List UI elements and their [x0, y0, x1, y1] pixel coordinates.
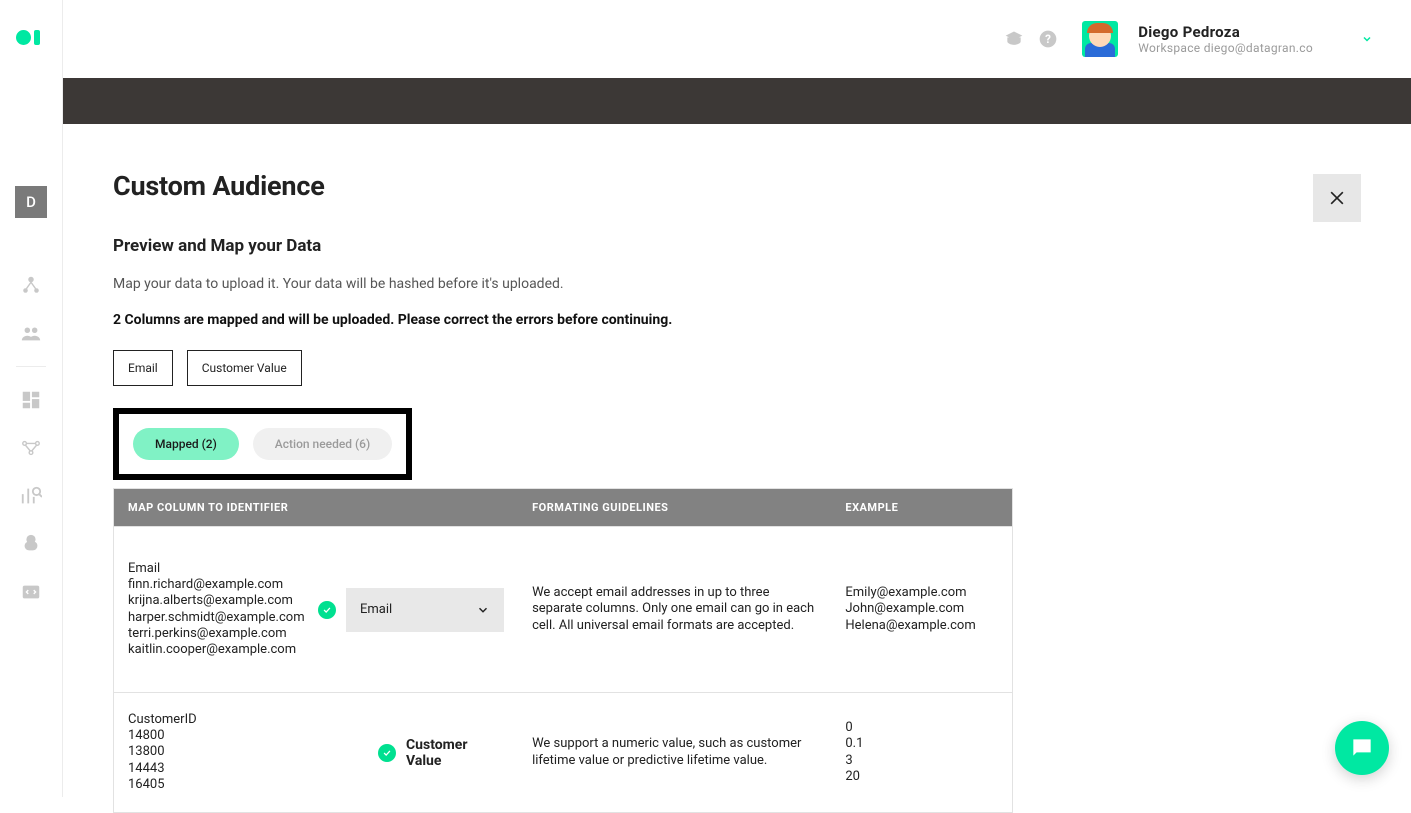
- workspace-badge[interactable]: D: [15, 186, 47, 218]
- nav-code-icon[interactable]: [20, 581, 42, 603]
- table-row: CustomerID 14800 13800 14443 16405 Custo…: [114, 692, 1012, 812]
- user-name: Diego Pedroza: [1138, 23, 1313, 41]
- chat-fab[interactable]: [1335, 721, 1389, 775]
- nav-audiences-icon[interactable]: [20, 322, 42, 344]
- th-map-column: MAP COLUMN TO IDENTIFIER: [114, 489, 518, 526]
- chip-customer-value[interactable]: Customer Value: [187, 350, 302, 386]
- column-sample-data: Email finn.richard@example.com krijna.al…: [128, 561, 308, 659]
- check-icon: [318, 601, 336, 619]
- nav-dashboard-icon[interactable]: [20, 389, 42, 411]
- tab-action-needed[interactable]: Action needed (6): [253, 428, 392, 460]
- nav-ml-icon[interactable]: [20, 533, 42, 555]
- table-header: MAP COLUMN TO IDENTIFIER FORMATING GUIDE…: [114, 489, 1012, 526]
- chevron-down-icon[interactable]: [1361, 30, 1373, 49]
- sidebar: D: [0, 0, 63, 797]
- tab-mapped[interactable]: Mapped (2): [133, 428, 239, 460]
- svg-text:?: ?: [1045, 32, 1051, 46]
- page-subtitle: Preview and Map your Data: [113, 236, 1361, 256]
- th-example: EXAMPLE: [831, 489, 1012, 526]
- logo[interactable]: [16, 28, 46, 46]
- close-button[interactable]: [1313, 174, 1361, 222]
- main-content: Custom Audience Preview and Map your Dat…: [63, 124, 1411, 797]
- topbar: ? Diego Pedroza Workspace diego@datagran…: [63, 0, 1411, 78]
- formatting-guideline: We accept email addresses in up to three…: [518, 573, 831, 646]
- identifier-select[interactable]: Email: [346, 588, 504, 632]
- th-formatting: FORMATING GUIDELINES: [518, 489, 831, 526]
- example-values: 0 0.1 3 20: [831, 708, 1012, 797]
- help-icon[interactable]: ?: [1038, 29, 1058, 49]
- example-values: Emily@example.com John@example.com Helen…: [831, 573, 1012, 646]
- page-description: Map your data to upload it. Your data wi…: [113, 276, 1361, 292]
- page-title: Custom Audience: [113, 170, 1361, 202]
- formatting-guideline: We support a numeric value, such as cust…: [518, 724, 831, 781]
- dark-banner: [63, 78, 1411, 124]
- user-workspace: Workspace diego@datagran.co: [1138, 41, 1313, 55]
- mapping-table: MAP COLUMN TO IDENTIFIER FORMATING GUIDE…: [113, 488, 1013, 813]
- graduation-cap-icon[interactable]: [1004, 29, 1024, 49]
- check-icon: [378, 744, 396, 762]
- tab-bar: Mapped (2) Action needed (6): [113, 408, 412, 480]
- avatar[interactable]: [1082, 21, 1118, 57]
- nav-pipeline-icon[interactable]: [20, 437, 42, 459]
- chevron-down-icon: [476, 603, 490, 617]
- mapped-chips: Email Customer Value: [113, 350, 1361, 386]
- table-row: Email finn.richard@example.com krijna.al…: [114, 526, 1012, 692]
- nav-analytics-icon[interactable]: [20, 485, 42, 507]
- select-value: Email: [360, 602, 392, 617]
- chip-email[interactable]: Email: [113, 350, 173, 386]
- column-sample-data: CustomerID 14800 13800 14443 16405: [128, 712, 368, 793]
- user-menu[interactable]: Diego Pedroza Workspace diego@datagran.c…: [1138, 23, 1313, 55]
- mapped-identifier-label: Customer Value: [406, 737, 504, 769]
- mapping-status: 2 Columns are mapped and will be uploade…: [113, 312, 1361, 328]
- nav-integrations-icon[interactable]: [20, 274, 42, 296]
